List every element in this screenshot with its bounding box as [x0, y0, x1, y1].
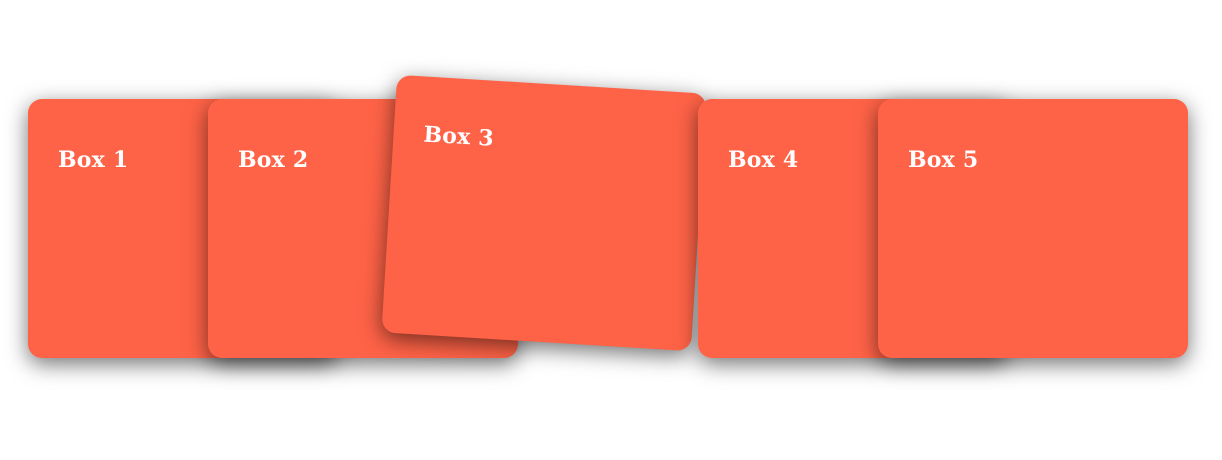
box-card-3[interactable]: Box 3: [381, 74, 707, 352]
box-card-5-label: Box 5: [908, 147, 979, 173]
box-stack-stage: Box 1 Box 2 Box 3 Box 4 Box 5: [0, 0, 1222, 460]
box-card-5[interactable]: Box 5: [878, 99, 1188, 358]
box-card-3-label: Box 3: [422, 121, 495, 152]
